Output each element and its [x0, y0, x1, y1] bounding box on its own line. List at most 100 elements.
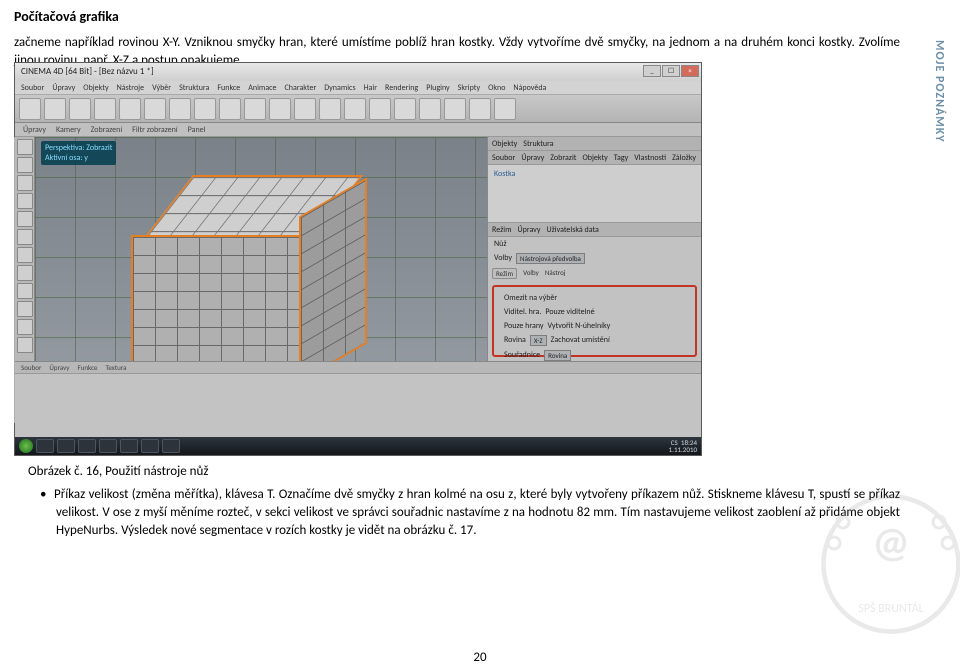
tool-icon[interactable]	[17, 265, 33, 281]
object-tree[interactable]: Kostka	[488, 165, 701, 223]
taskbar-button[interactable]	[99, 439, 117, 453]
taskbar-button[interactable]	[162, 439, 180, 453]
toolbar-icon[interactable]	[494, 98, 516, 120]
menu-bar[interactable]: Soubor Úpravy Objekty Nástroje Výběr Str…	[15, 81, 701, 95]
svg-text:SPŠ BRUNTÁL: SPŠ BRUNTÁL	[858, 601, 923, 616]
menu-item[interactable]: Soubor	[21, 83, 44, 93]
menu-item[interactable]: Charakter	[285, 83, 317, 93]
taskbar-button[interactable]	[36, 439, 54, 453]
toolbar-icon[interactable]	[419, 98, 441, 120]
tab[interactable]: Úpravy	[23, 125, 46, 135]
tab[interactable]: Kamery	[56, 125, 81, 135]
tab[interactable]: Objekty	[492, 139, 517, 149]
taskbar-button[interactable]	[120, 439, 138, 453]
menu-item[interactable]: Okno	[488, 83, 505, 93]
coord-field[interactable]: Rovina	[544, 350, 571, 361]
attr-field[interactable]: Nástrojová předvolba	[516, 253, 585, 264]
tab[interactable]: Struktura	[523, 139, 553, 149]
menu-item[interactable]: Úpravy	[49, 363, 69, 372]
menu-item[interactable]: Textura	[106, 363, 127, 372]
menu-item[interactable]: Animace	[248, 83, 276, 93]
tab[interactable]: Panel	[188, 125, 206, 135]
menu-item[interactable]: Nástroje	[117, 83, 145, 93]
tab[interactable]: Volby	[523, 268, 539, 279]
menu-item[interactable]: Úpravy	[52, 83, 75, 93]
tool-icon[interactable]	[17, 229, 33, 245]
minimize-button[interactable]: _	[643, 65, 661, 77]
tool-icon[interactable]	[17, 193, 33, 209]
menu-item[interactable]: Uživatelská data	[546, 225, 598, 235]
menu-item[interactable]: Soubor	[492, 153, 515, 163]
toolbar-icon[interactable]	[294, 98, 316, 120]
tree-item-kostka[interactable]: Kostka	[494, 169, 695, 179]
toolbar-icon[interactable]	[169, 98, 191, 120]
menu-item[interactable]: Funkce	[77, 363, 97, 372]
toolbar-icon[interactable]	[194, 98, 216, 120]
material-manager-body[interactable]	[15, 374, 701, 441]
menu-item[interactable]: Pluginy	[426, 83, 449, 93]
menu-item[interactable]: Funkce	[217, 83, 240, 93]
taskbar-clock[interactable]: CS 18:241.11.2010	[669, 439, 697, 453]
menu-item[interactable]: Záložky	[672, 153, 696, 163]
toolbar-icon[interactable]	[119, 98, 141, 120]
toolbar-icon[interactable]	[244, 98, 266, 120]
toolbar-icon[interactable]	[344, 98, 366, 120]
plane-field[interactable]: X-Z	[530, 335, 547, 346]
menu-item[interactable]: Zobrazit	[550, 153, 576, 163]
window-title-text: CINEMA 4D [64 Bit] - [Bez názvu 1 *]	[21, 66, 154, 77]
menu-item[interactable]: Objekty	[83, 83, 108, 93]
menu-item[interactable]: Skripty	[458, 83, 480, 93]
tool-icon[interactable]	[17, 301, 33, 317]
menu-item[interactable]: Režim	[492, 225, 512, 235]
toolbar-icon[interactable]	[394, 98, 416, 120]
toolbar-icon[interactable]	[269, 98, 291, 120]
menu-item[interactable]: Objekty	[582, 153, 607, 163]
start-button[interactable]	[19, 439, 33, 453]
menu-item[interactable]: Struktura	[179, 83, 209, 93]
tool-icon[interactable]	[17, 337, 33, 353]
tab[interactable]: Režim	[492, 268, 517, 279]
toolbar-icon[interactable]	[19, 98, 41, 120]
menu-item[interactable]: Tagy	[614, 153, 629, 163]
menu-item[interactable]: Výběr	[152, 83, 171, 93]
menu-item[interactable]: Dynamics	[324, 83, 355, 93]
toolbar-icon[interactable]	[469, 98, 491, 120]
taskbar-button[interactable]	[141, 439, 159, 453]
viewport-tabs: Úpravy Kamery Zobrazení Filtr zobrazení …	[15, 123, 701, 137]
object-manager-menu: Soubor Úpravy Zobrazit Objekty Tagy Vlas…	[488, 151, 701, 165]
menu-item[interactable]: Vlastnosti	[634, 153, 666, 163]
menu-item[interactable]: Úpravy	[518, 225, 541, 235]
toolbar-icon[interactable]	[319, 98, 341, 120]
toolbar-icon[interactable]	[144, 98, 166, 120]
app-screenshot: CINEMA 4D [64 Bit] - [Bez názvu 1 *] _ ☐…	[14, 62, 702, 456]
menu-item[interactable]: Hair	[364, 83, 377, 93]
toolbar-icon[interactable]	[444, 98, 466, 120]
cube-object[interactable]	[131, 175, 341, 365]
toolbar-icon[interactable]	[219, 98, 241, 120]
tool-icon[interactable]	[17, 211, 33, 227]
menu-item[interactable]: Rendering	[385, 83, 418, 93]
menu-item[interactable]: Úpravy	[521, 153, 544, 163]
viewport-hint: Perspektiva: Zobrazit Aktivní osa: y	[41, 141, 116, 165]
toolbar-icon[interactable]	[69, 98, 91, 120]
taskbar-button[interactable]	[57, 439, 75, 453]
tool-icon[interactable]	[17, 139, 33, 155]
tab[interactable]: Nástroj	[545, 268, 566, 279]
windows-taskbar: CS 18:241.11.2010	[15, 437, 701, 455]
menu-item[interactable]: Nápověda	[513, 83, 546, 93]
menu-item[interactable]: Soubor	[21, 363, 41, 372]
close-button[interactable]: ×	[681, 65, 699, 77]
taskbar-button[interactable]	[78, 439, 96, 453]
toolbar-icon[interactable]	[369, 98, 391, 120]
tool-icon[interactable]	[17, 247, 33, 263]
toolbar-icon[interactable]	[94, 98, 116, 120]
cube-face-front	[131, 235, 301, 365]
tool-icon[interactable]	[17, 319, 33, 335]
maximize-button[interactable]: ☐	[662, 65, 680, 77]
tool-icon[interactable]	[17, 283, 33, 299]
tab[interactable]: Zobrazení	[91, 125, 123, 135]
toolbar-icon[interactable]	[44, 98, 66, 120]
tool-icon[interactable]	[17, 175, 33, 191]
tool-icon[interactable]	[17, 157, 33, 173]
tab[interactable]: Filtr zobrazení	[132, 125, 178, 135]
